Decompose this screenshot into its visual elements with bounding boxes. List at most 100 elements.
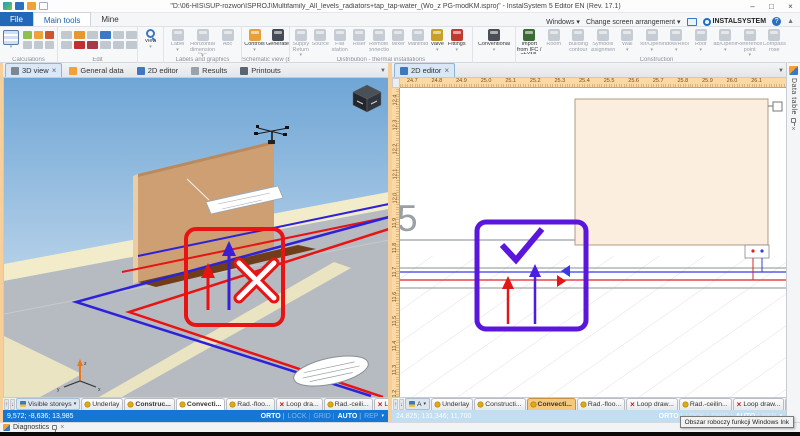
layer-tab[interactable]: Loop draw... bbox=[626, 398, 678, 410]
room-rect[interactable] bbox=[575, 99, 768, 245]
document-tab[interactable]: General data × bbox=[63, 63, 129, 77]
ribbon-item[interactable]: Manifold ▾ bbox=[408, 28, 428, 57]
storey-down-icon[interactable]: ↓ bbox=[399, 399, 404, 410]
ribbon-mini-icon[interactable] bbox=[87, 41, 98, 49]
snap-toggle[interactable]: REP bbox=[364, 413, 378, 420]
ribbon-item[interactable]: Reference point ▾ bbox=[738, 28, 763, 57]
ribbon-item[interactable]: Import from IFC / gbXML file ▾ bbox=[517, 28, 542, 57]
ribbon-mini-icon[interactable] bbox=[113, 41, 124, 49]
ribbon-mini-icon[interactable] bbox=[45, 31, 54, 39]
monitor-icon[interactable] bbox=[687, 18, 697, 26]
collapse-ribbon-icon[interactable]: ▲ bbox=[787, 18, 794, 25]
layer-tab[interactable]: Constructi... bbox=[474, 398, 525, 410]
ribbon-item[interactable]: Controls ▾ bbox=[243, 28, 266, 52]
document-tab[interactable]: Results × bbox=[185, 63, 233, 77]
tab-overflow-icon[interactable]: ▼ bbox=[380, 68, 386, 74]
ribbon-mini-icon[interactable] bbox=[45, 41, 54, 49]
2d-canvas[interactable]: 5 bbox=[400, 88, 786, 397]
ribbon-item[interactable]: Remote connection ▾ bbox=[369, 28, 389, 57]
ribbon-item[interactable]: Fittings ▾ bbox=[447, 28, 467, 57]
ribbon-item[interactable]: Label ▾ bbox=[165, 28, 190, 58]
ribbon-item[interactable]: Window/Recess ▾ bbox=[664, 28, 689, 57]
3d-viewport[interactable]: zxy bbox=[3, 78, 388, 397]
status-menu-icon[interactable]: ▾ bbox=[381, 413, 384, 419]
ribbon-mini-icon[interactable] bbox=[126, 41, 137, 49]
layer-tab[interactable]: Rad.-floo... bbox=[577, 398, 625, 410]
windows-menu[interactable]: Windows ▾ bbox=[546, 18, 580, 26]
document-tab[interactable]: Printouts × bbox=[234, 63, 287, 77]
ribbon-mini-icon[interactable] bbox=[100, 41, 111, 49]
screen-arrangement-menu[interactable]: Change screen arrangement ▾ bbox=[586, 18, 681, 26]
ribbon-mini-icon[interactable] bbox=[23, 31, 32, 39]
ribbon-mini-icon[interactable] bbox=[74, 41, 85, 49]
layer-tab[interactable]: Loop dra... bbox=[276, 398, 323, 410]
close-button[interactable]: × bbox=[781, 0, 800, 13]
maximize-button[interactable]: □ bbox=[762, 0, 781, 13]
ribbon-item[interactable]: Mixer ▾ bbox=[389, 28, 409, 57]
ribbon-item[interactable]: Slab/Opening ▾ bbox=[713, 28, 738, 57]
layer-tab[interactable]: Rad.-floo... bbox=[226, 398, 274, 410]
calculations-button[interactable]: ▾ bbox=[1, 28, 21, 49]
tab-main-tools[interactable]: Main tools bbox=[33, 12, 91, 26]
storey-down-icon[interactable]: ↓ bbox=[10, 399, 15, 410]
ribbon-mini-icon[interactable] bbox=[34, 41, 43, 49]
ribbon-mini-icon[interactable] bbox=[74, 31, 85, 39]
ribbon-item[interactable]: Riser ▾ bbox=[350, 28, 370, 57]
ribbon-item[interactable]: Abc ▾ bbox=[215, 28, 240, 58]
close-tab-icon[interactable]: × bbox=[444, 67, 449, 75]
ribbon-item[interactable]: Flat station ▾ bbox=[330, 28, 350, 57]
ribbon-item[interactable]: Symbols assignment ▾ bbox=[591, 28, 616, 57]
save-icon[interactable] bbox=[15, 2, 24, 10]
ribbon-mini-icon[interactable] bbox=[61, 31, 72, 39]
ribbon-mini-icon[interactable] bbox=[126, 31, 137, 39]
ribbon-item[interactable]: Horizontal dimension line ▾ bbox=[190, 28, 215, 58]
ribbon-item[interactable]: Wall ▾ bbox=[615, 28, 640, 57]
storey-up-icon[interactable]: ↑ bbox=[4, 399, 9, 410]
layer-tab[interactable]: Rad.-ceilin... bbox=[679, 398, 732, 410]
new-document-icon[interactable] bbox=[39, 2, 48, 10]
close-icon[interactable]: × bbox=[791, 126, 795, 133]
app-icon[interactable] bbox=[3, 2, 12, 10]
layer-tab[interactable]: Underlay bbox=[431, 398, 473, 410]
tab-mine[interactable]: Mine bbox=[91, 12, 128, 26]
ribbon-item[interactable]: Building contour ▾ bbox=[566, 28, 591, 57]
snap-toggle[interactable]: GRID bbox=[313, 413, 334, 420]
pin-icon[interactable] bbox=[52, 425, 57, 430]
selection-handle[interactable] bbox=[773, 102, 782, 111]
storey-up-icon[interactable]: ↑ bbox=[393, 399, 398, 410]
ribbon-item[interactable]: Room ▾ bbox=[542, 28, 567, 57]
document-tab[interactable]: 2D editor × bbox=[131, 63, 184, 77]
document-tab[interactable]: 2D editor × bbox=[394, 63, 455, 77]
ribbon-mini-icon[interactable] bbox=[87, 31, 98, 39]
ribbon-mini-icon[interactable] bbox=[34, 31, 43, 39]
connection-box[interactable] bbox=[745, 245, 769, 258]
ribbon-item[interactable]: Roof ▾ bbox=[689, 28, 714, 57]
layer-tab[interactable]: Convecti... bbox=[527, 398, 576, 410]
layer-tab[interactable]: Rad.-ceili... bbox=[324, 398, 373, 410]
snap-toggle[interactable]: LOCK bbox=[288, 413, 311, 420]
ribbon-item[interactable]: Source ▾ bbox=[311, 28, 331, 57]
snap-toggle[interactable]: AUTO bbox=[338, 413, 361, 420]
snap-toggle[interactable]: ORTO bbox=[261, 413, 285, 420]
layer-tab[interactable]: Loop draw... bbox=[733, 398, 785, 410]
ribbon-item-conventional[interactable]: Conventional ▾ bbox=[474, 28, 514, 52]
pin-icon[interactable] bbox=[791, 118, 796, 123]
layer-tab[interactable]: Convecti... bbox=[176, 398, 225, 410]
visible-storeys-selector[interactable]: Visible storeys ▾ bbox=[16, 398, 80, 410]
tab-overflow-icon[interactable]: ▼ bbox=[778, 68, 784, 74]
ribbon-item[interactable]: Valve ▾ bbox=[428, 28, 448, 57]
layer-tab[interactable]: Underlay bbox=[81, 398, 123, 410]
ribbon-mini-icon[interactable] bbox=[23, 41, 32, 49]
ribbon-item[interactable]: Door/Opening ▾ bbox=[640, 28, 665, 57]
ribbon-item[interactable]: Supply Return ▾ bbox=[291, 28, 311, 57]
tab-file[interactable]: File bbox=[0, 12, 33, 26]
ribbon-mini-icon[interactable] bbox=[100, 31, 111, 39]
storey-selector[interactable]: A ▾ bbox=[405, 398, 430, 410]
ribbon-item-view[interactable]: View ▾ bbox=[139, 28, 162, 49]
close-tab-icon[interactable]: × bbox=[52, 67, 57, 75]
layer-tab[interactable]: Construc... bbox=[124, 398, 175, 410]
ribbon-item[interactable]: Generate ▾ bbox=[266, 28, 289, 52]
layer-tab[interactable]: Loop dra... bbox=[374, 398, 388, 410]
open-icon[interactable] bbox=[27, 2, 36, 10]
ribbon-mini-icon[interactable] bbox=[61, 41, 72, 49]
